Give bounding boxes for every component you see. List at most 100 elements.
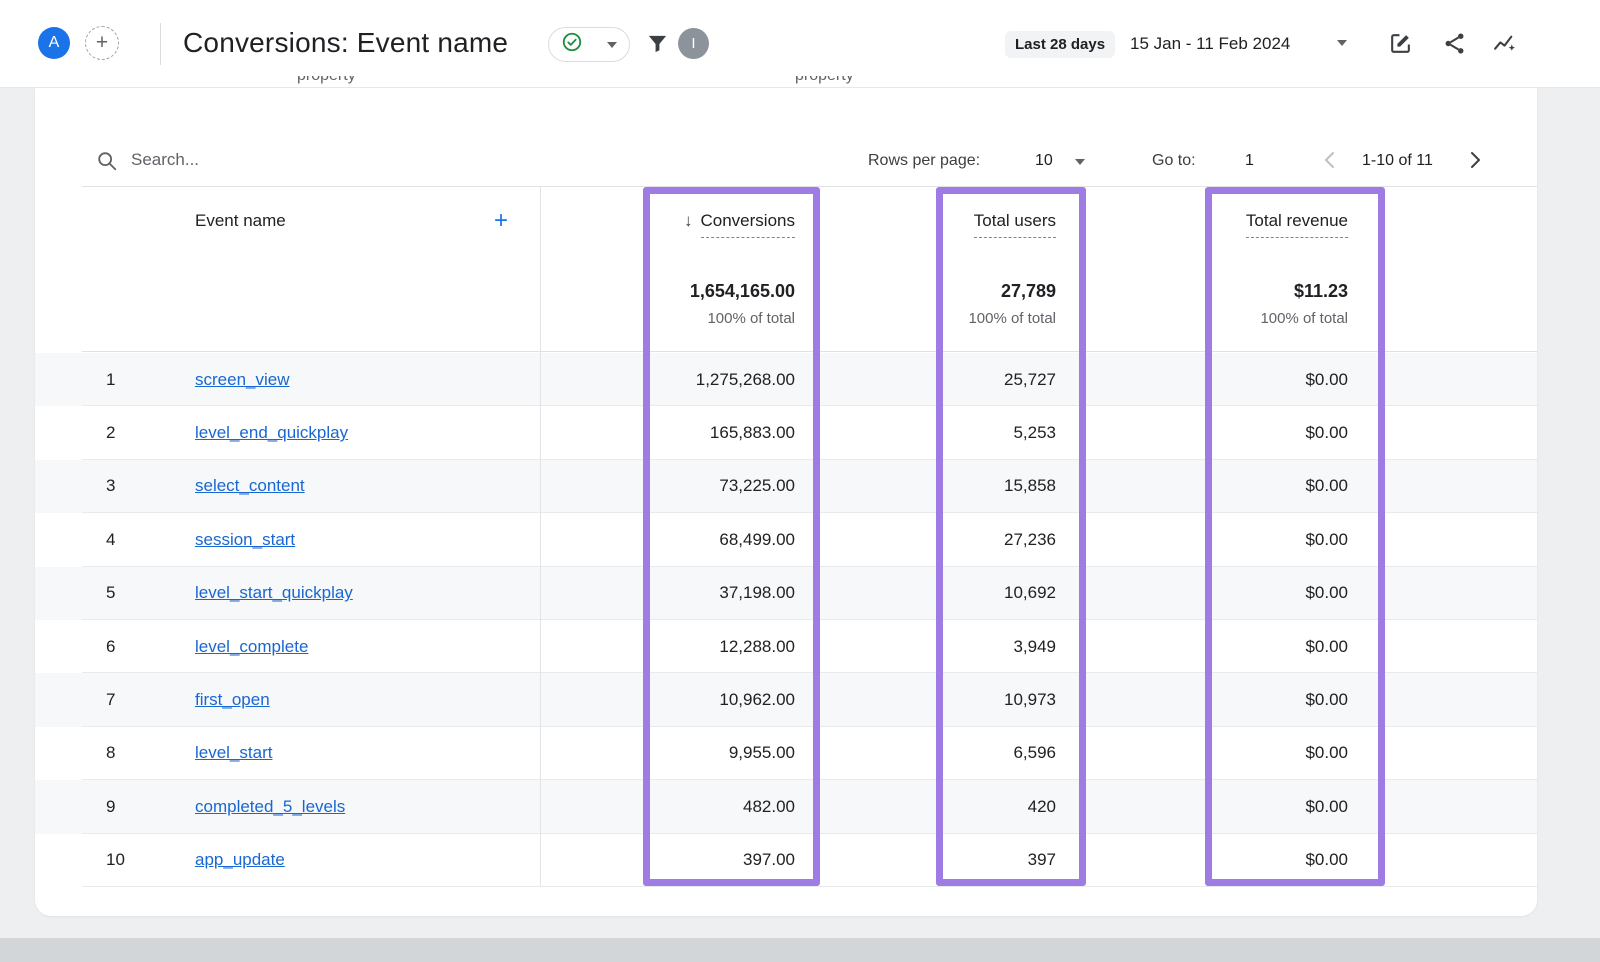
event-name-link[interactable]: select_content xyxy=(195,476,305,495)
table-row: 5 level_start_quickplay 37,198.00 10,692… xyxy=(35,567,1537,620)
table-row: 4 session_start 68,499.00 27,236 $0.00 xyxy=(35,513,1537,566)
totals-row: 1,654,165.00 100% of total 27,789 100% o… xyxy=(35,253,1537,352)
event-name-link[interactable]: app_update xyxy=(195,850,285,869)
clipped-text-fragment-right: property xyxy=(795,76,854,88)
row-number: 10 xyxy=(82,850,164,870)
next-page-icon[interactable] xyxy=(1463,148,1487,177)
column-header-total-users[interactable]: Total users xyxy=(974,211,1056,238)
rows-per-page-value[interactable]: 10 xyxy=(1035,152,1053,170)
total-revenue-cell: $0.00 xyxy=(1056,743,1348,763)
total-users-cell: 15,858 xyxy=(795,476,1056,496)
row-number: 8 xyxy=(82,743,164,763)
total-users-cell: 25,727 xyxy=(795,370,1056,390)
conversions-total-pct: 100% of total xyxy=(707,310,795,327)
total-users-cell: 3,949 xyxy=(795,637,1056,657)
event-name-link[interactable]: completed_5_levels xyxy=(195,797,345,816)
conversions-cell: 68,499.00 xyxy=(540,530,795,550)
event-name-cell: level_start xyxy=(164,743,540,763)
event-name-cell: select_content xyxy=(164,476,540,496)
row-number: 3 xyxy=(82,476,164,496)
search-icon xyxy=(96,150,118,177)
plus-icon: + xyxy=(96,31,108,55)
total-revenue-cell: $0.00 xyxy=(1056,637,1348,657)
check-circle-icon xyxy=(561,31,583,58)
event-name-cell: screen_view xyxy=(164,370,540,390)
total-users-cell: 397 xyxy=(795,850,1056,870)
total-users-cell: 6,596 xyxy=(795,743,1056,763)
total-revenue-cell: $0.00 xyxy=(1056,850,1348,870)
header-divider xyxy=(160,23,161,65)
report-card: Rows per page: 10 Go to: 1 1-10 of 11 Ev… xyxy=(35,88,1537,916)
customize-report-icon[interactable] xyxy=(1388,31,1413,61)
total-revenue-cell: $0.00 xyxy=(1056,583,1348,603)
chevron-down-icon xyxy=(607,42,617,48)
filter-icon[interactable] xyxy=(646,32,669,60)
app-header: A + Conversions: Event name I Last 28 da… xyxy=(0,0,1600,88)
event-name-link[interactable]: first_open xyxy=(195,690,270,709)
go-to-page-value[interactable]: 1 xyxy=(1245,152,1254,170)
conversions-total: 1,654,165.00 xyxy=(690,281,795,302)
add-dimension-icon[interactable]: + xyxy=(494,211,508,231)
column-header-total-revenue[interactable]: Total revenue xyxy=(1246,211,1348,238)
conversions-cell: 165,883.00 xyxy=(540,423,795,443)
event-name-link[interactable]: session_start xyxy=(195,530,295,549)
event-name-cell: completed_5_levels xyxy=(164,797,540,817)
total-users-total: 27,789 xyxy=(1001,281,1056,302)
add-comparison-button[interactable]: + xyxy=(85,26,119,60)
event-name-link[interactable]: level_start_quickplay xyxy=(195,583,353,602)
table-body: 1 screen_view 1,275,268.00 25,727 $0.00 … xyxy=(35,353,1537,887)
total-users-total-pct: 100% of total xyxy=(968,310,1056,327)
user-avatar[interactable]: I xyxy=(678,28,709,59)
row-number: 2 xyxy=(82,423,164,443)
date-range-label[interactable]: Last 28 days xyxy=(1005,31,1115,58)
clipped-text-fragment-left: property xyxy=(297,76,356,88)
page-title: Conversions: Event name xyxy=(183,27,508,59)
total-revenue-total-pct: 100% of total xyxy=(1260,310,1348,327)
pagination-range: 1-10 of 11 xyxy=(1362,152,1433,170)
rows-per-page-chevron-down-icon[interactable] xyxy=(1075,159,1085,165)
report-saved-status-control[interactable] xyxy=(548,27,630,62)
table-row: 9 completed_5_levels 482.00 420 $0.00 xyxy=(35,780,1537,833)
analytics-account-avatar[interactable]: A xyxy=(38,27,70,59)
table-toolbar: Rows per page: 10 Go to: 1 1-10 of 11 xyxy=(35,88,1537,187)
event-name-cell: level_end_quickplay xyxy=(164,423,540,443)
conversions-cell: 9,955.00 xyxy=(540,743,795,763)
row-number: 4 xyxy=(82,530,164,550)
total-users-cell: 10,973 xyxy=(795,690,1056,710)
date-range-value[interactable]: 15 Jan - 11 Feb 2024 xyxy=(1130,34,1290,54)
previous-page-icon[interactable] xyxy=(1318,148,1342,177)
total-revenue-cell: $0.00 xyxy=(1056,476,1348,496)
insights-icon[interactable] xyxy=(1492,31,1517,61)
rows-per-page-label: Rows per page: xyxy=(868,152,980,170)
row-number: 7 xyxy=(82,690,164,710)
table-row: 3 select_content 73,225.00 15,858 $0.00 xyxy=(35,460,1537,513)
date-chevron-down-icon[interactable] xyxy=(1337,40,1347,46)
event-name-link[interactable]: level_complete xyxy=(195,637,308,656)
sort-descending-icon: ↓ xyxy=(684,211,693,231)
table-row: 10 app_update 397.00 397 $0.00 xyxy=(35,834,1537,887)
total-revenue-cell: $0.00 xyxy=(1056,797,1348,817)
conversions-cell: 37,198.00 xyxy=(540,583,795,603)
conversions-cell: 12,288.00 xyxy=(540,637,795,657)
table-row: 8 level_start 9,955.00 6,596 $0.00 xyxy=(35,727,1537,780)
event-name-link[interactable]: screen_view xyxy=(195,370,290,389)
event-name-link[interactable]: level_start xyxy=(195,743,272,762)
search-input[interactable] xyxy=(131,144,451,176)
table-row: 1 screen_view 1,275,268.00 25,727 $0.00 xyxy=(35,353,1537,406)
total-users-cell: 5,253 xyxy=(795,423,1056,443)
total-users-cell: 10,692 xyxy=(795,583,1056,603)
column-divider xyxy=(540,187,541,886)
table-row: 6 level_complete 12,288.00 3,949 $0.00 xyxy=(35,620,1537,673)
conversions-cell: 73,225.00 xyxy=(540,476,795,496)
share-icon[interactable] xyxy=(1442,31,1467,61)
page-bottom-strip xyxy=(0,938,1600,962)
total-users-cell: 27,236 xyxy=(795,530,1056,550)
row-number: 6 xyxy=(82,637,164,657)
event-name-cell: first_open xyxy=(164,690,540,710)
go-to-label: Go to: xyxy=(1152,152,1196,170)
column-header-conversions[interactable]: Conversions xyxy=(701,211,796,238)
total-revenue-cell: $0.00 xyxy=(1056,530,1348,550)
table-header: Event name + ↓ Conversions Total users T… xyxy=(35,187,1537,352)
column-header-event-name[interactable]: Event name xyxy=(195,211,286,231)
event-name-link[interactable]: level_end_quickplay xyxy=(195,423,348,442)
